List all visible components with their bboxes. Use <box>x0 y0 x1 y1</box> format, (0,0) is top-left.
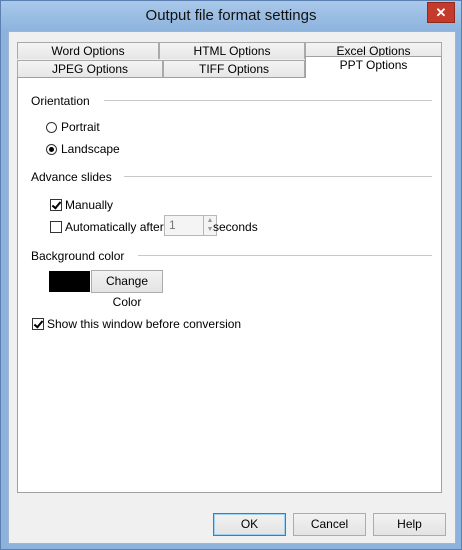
tab-tiff-options[interactable]: TIFF Options <box>163 60 305 77</box>
tab-ppt-options[interactable]: PPT Options <box>305 56 442 78</box>
tab-jpeg-options[interactable]: JPEG Options <box>17 60 163 77</box>
seconds-unit-label: seconds <box>213 220 258 234</box>
orientation-group-label: Orientation <box>31 94 90 108</box>
show-window-checkbox[interactable] <box>32 318 44 330</box>
background-color-swatch <box>49 271 90 292</box>
portrait-radio[interactable] <box>46 122 57 133</box>
landscape-label[interactable]: Landscape <box>61 142 120 156</box>
ppt-options-panel: Orientation Portrait Landscape Advance s… <box>17 77 442 493</box>
title-bar[interactable]: Output file format settings ✕ <box>1 1 461 31</box>
window-title: Output file format settings <box>145 7 317 24</box>
change-color-button[interactable]: Change Color <box>91 270 163 309</box>
manually-checkbox[interactable] <box>50 199 62 211</box>
close-button[interactable]: ✕ <box>427 2 455 23</box>
advance-slides-group-label: Advance slides <box>31 170 112 184</box>
orientation-divider <box>104 100 432 101</box>
background-color-group-label: Background color <box>31 249 125 263</box>
landscape-radio[interactable] <box>46 144 57 155</box>
ok-button[interactable]: OK <box>213 513 286 536</box>
background-color-divider <box>138 255 432 256</box>
dialog-client-area: Word Options HTML Options Excel Options … <box>8 31 456 544</box>
advance-slides-divider <box>124 176 432 177</box>
help-button[interactable]: Help <box>373 513 446 536</box>
show-window-label[interactable]: Show this window before conversion <box>47 317 241 331</box>
tab-word-options[interactable]: Word Options <box>17 42 159 59</box>
dialog-window: Output file format settings ✕ Word Optio… <box>0 0 462 550</box>
automatically-after-label[interactable]: Automatically after <box>65 220 164 234</box>
cancel-button[interactable]: Cancel <box>293 513 366 536</box>
tab-html-options[interactable]: HTML Options <box>159 42 305 59</box>
portrait-label[interactable]: Portrait <box>61 120 100 134</box>
automatically-after-checkbox[interactable] <box>50 221 62 233</box>
manually-label[interactable]: Manually <box>65 198 113 212</box>
seconds-spin-input[interactable]: 1 <box>164 215 204 236</box>
